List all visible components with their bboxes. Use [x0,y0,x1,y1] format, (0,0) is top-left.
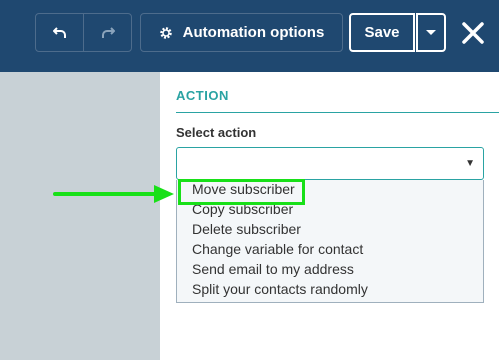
option-change-variable[interactable]: Change variable for contact [192,241,363,257]
option-split-contacts[interactable]: Split your contacts randomly [192,281,368,297]
gear-icon [159,26,172,39]
automation-options-button[interactable]: Automation options [140,13,343,52]
redo-icon [101,26,115,38]
save-button[interactable]: Save [349,13,415,52]
undo-icon [52,26,66,38]
annotation-arrow-icon [53,185,174,203]
section-title: ACTION [176,88,229,103]
top-toolbar: Automation options Save [0,0,499,72]
undo-button[interactable] [36,14,83,51]
select-action-dropdown[interactable]: ▼ [176,147,484,180]
select-action-label: Select action [176,125,257,140]
automation-options-label: Automation options [182,24,325,41]
canvas-area [0,72,160,360]
undo-redo-group [35,13,132,52]
annotation-highlight-box [178,179,305,205]
save-options-button[interactable] [416,13,446,52]
option-delete-subscriber[interactable]: Delete subscriber [192,221,301,237]
redo-button[interactable] [83,14,131,51]
close-icon [462,22,484,44]
save-label: Save [364,24,400,41]
chevron-down-icon [426,29,436,35]
dropdown-arrow-icon: ▼ [465,158,475,169]
option-send-email[interactable]: Send email to my address [192,261,354,277]
close-button[interactable] [458,18,488,48]
section-divider [176,112,499,113]
